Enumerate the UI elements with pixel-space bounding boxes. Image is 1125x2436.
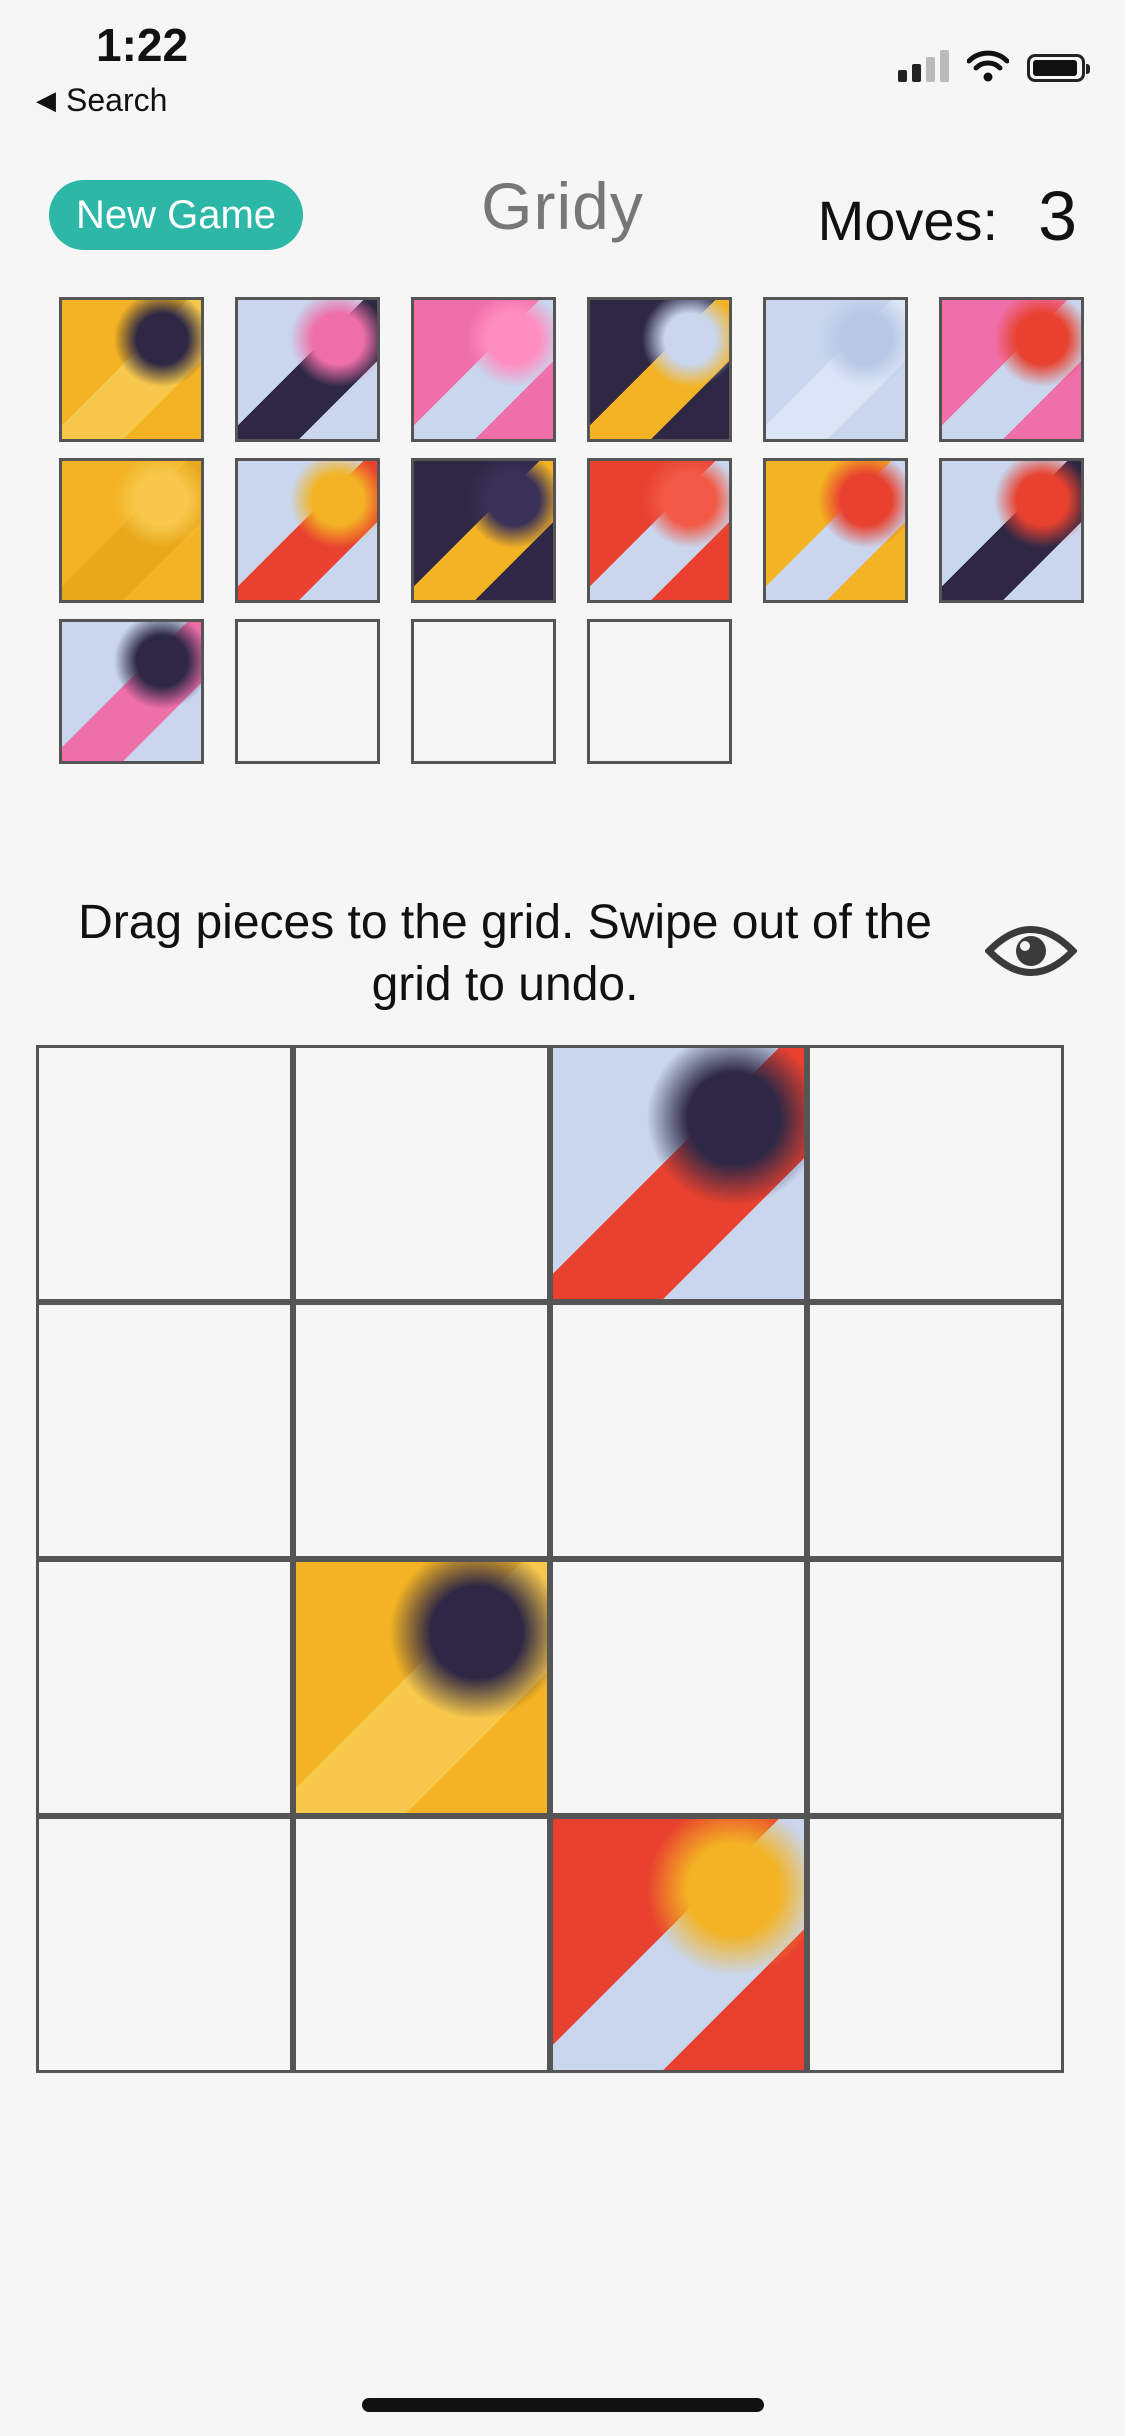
grid-cell[interactable] [550,1302,807,1559]
grid-cell[interactable] [807,1045,1064,1302]
status-icons [898,50,1090,82]
grid-cell[interactable] [807,1302,1064,1559]
eye-icon[interactable] [985,920,1077,982]
grid-cell[interactable] [293,1045,550,1302]
home-indicator[interactable] [362,2398,764,2412]
tray-empty-slot [587,619,732,764]
tray-piece[interactable] [939,297,1084,442]
tray-piece[interactable] [587,458,732,603]
grid-cell-placed-piece[interactable] [293,1559,550,1816]
grid-cell[interactable] [36,1302,293,1559]
tray-piece[interactable] [763,297,908,442]
grid-cell[interactable] [807,1559,1064,1816]
cellular-signal-icon [898,50,949,82]
battery-icon [1027,54,1090,82]
tray-piece[interactable] [59,458,204,603]
moves-label: Moves: [817,189,999,252]
tray-piece[interactable] [411,458,556,603]
moves-count: 3 [1038,177,1077,255]
tray-piece[interactable] [411,297,556,442]
tray-empty-slot [235,619,380,764]
grid-cell-placed-piece[interactable] [550,1816,807,2073]
status-time: 1:22 [96,19,189,71]
grid-cell[interactable] [293,1302,550,1559]
tray-piece[interactable] [763,458,908,603]
tray-piece[interactable] [939,458,1084,603]
tray-piece[interactable] [587,297,732,442]
tray-piece[interactable] [235,458,380,603]
back-label: Search [66,82,168,118]
tray-piece[interactable] [59,297,204,442]
puzzle-grid [36,1045,1066,2073]
grid-cell[interactable] [293,1816,550,2073]
moves-counter: Moves: 3 [818,176,1077,256]
tray-piece[interactable] [235,297,380,442]
grid-cell-placed-piece[interactable] [550,1045,807,1302]
grid-cell[interactable] [36,1559,293,1816]
back-to-search[interactable]: ◀ Search [36,82,167,119]
grid-cell[interactable] [550,1559,807,1816]
instruction-text: Drag pieces to the grid. Swipe out of th… [78,896,932,1012]
grid-cell[interactable] [36,1045,293,1302]
wifi-icon [967,50,1009,82]
grid-cell[interactable] [807,1816,1064,2073]
back-triangle-icon: ◀ [36,85,56,115]
grid-cell[interactable] [36,1816,293,2073]
tray-empty-slot [411,619,556,764]
tray-piece[interactable] [59,619,204,764]
